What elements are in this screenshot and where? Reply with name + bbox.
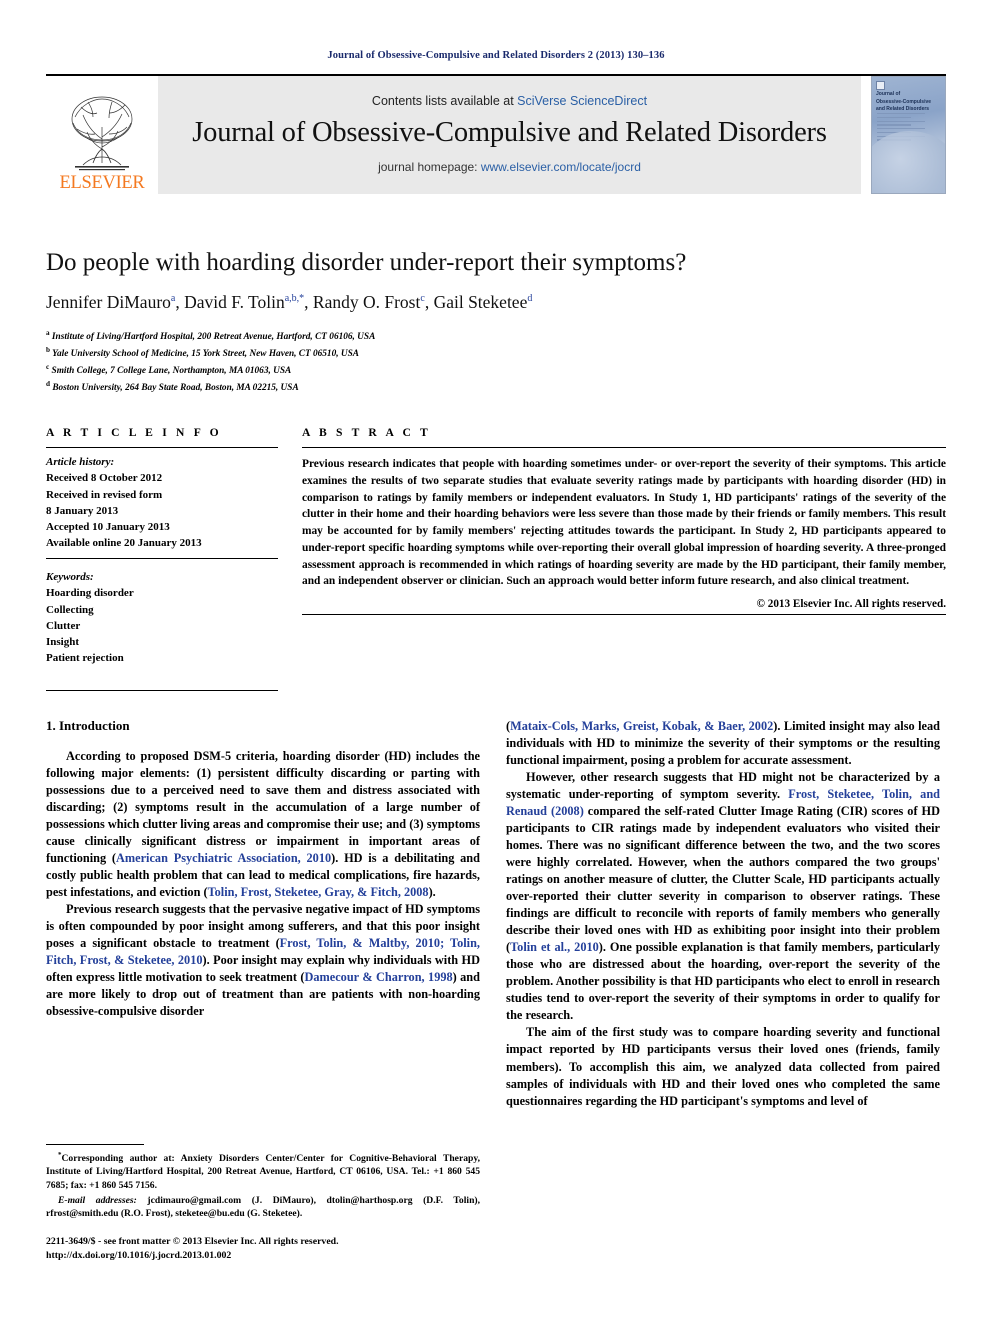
cover-line-1: Journal of <box>876 91 901 97</box>
article-history-item: Received in revised form <box>46 488 163 501</box>
author-item: David F. Tolina,b,* <box>184 292 304 312</box>
body-paragraph: However, other research suggests that HD… <box>506 770 940 1023</box>
keyword-item: Hoarding disorder <box>46 587 134 600</box>
affiliation-item: d Boston University, 264 Bay State Road,… <box>46 379 946 396</box>
article-history-item: 8 January 2013 <box>46 504 119 517</box>
affiliation-text: Smith College, 7 College Lane, Northampt… <box>51 366 292 377</box>
email-label: E-mail addresses: <box>58 1194 137 1206</box>
affiliation-text: Yale University School of Medicine, 15 Y… <box>52 348 359 359</box>
issn-doi-block: 2211-3649/$ - see front matter © 2013 El… <box>46 1235 480 1263</box>
author-affiliation-marker: a,b,* <box>284 292 305 304</box>
section-heading-introduction: 1. Introduction <box>46 718 130 734</box>
keywords-label: Keywords: <box>46 571 94 584</box>
body-column-right: (Mataix-Cols, Marks, Greist, Kobak, & Ba… <box>506 718 940 1263</box>
title-block: Do people with hoarding disorder under-r… <box>46 249 946 396</box>
affiliation-list: a Institute of Living/Hartford Hospital,… <box>46 328 946 397</box>
elsevier-logo: ELSEVIER <box>46 76 158 194</box>
doi-line[interactable]: http://dx.doi.org/10.1016/j.jocrd.2013.0… <box>46 1249 480 1263</box>
contents-prefix: Contents lists available at <box>371 94 518 108</box>
author-affiliation-marker: d <box>527 292 533 304</box>
running-head: Journal of Obsessive-Compulsive and Rela… <box>327 50 665 61</box>
author-affiliation-marker: a <box>170 292 176 304</box>
elsevier-tree-icon <box>71 96 133 170</box>
abstract-copyright: © 2013 Elsevier Inc. All rights reserved… <box>756 597 946 610</box>
journal-title: Journal of Obsessive-Compulsive and Rela… <box>192 117 827 148</box>
keyword-item: Patient rejection <box>46 652 124 665</box>
issn-line: 2211-3649/$ - see front matter © 2013 El… <box>46 1236 339 1248</box>
abstract-rule-bottom <box>302 613 946 615</box>
article-history-item: Received 8 October 2012 <box>46 472 163 485</box>
abstract-text: Previous research indicates that people … <box>302 458 946 588</box>
sciencedirect-link[interactable]: SciVerse ScienceDirect <box>517 94 647 108</box>
author-name: Randy O. Frost <box>312 291 421 312</box>
affiliation-marker: b <box>46 345 50 354</box>
article-history-label: Article history: <box>46 456 115 469</box>
affiliation-marker: c <box>46 363 50 372</box>
cover-graphic <box>872 131 945 193</box>
affiliation-text: Boston University, 264 Bay State Road, B… <box>52 383 299 394</box>
author-item: Randy O. Frostc <box>313 292 425 312</box>
abstract-heading: A B S T R A C T <box>302 426 431 440</box>
homepage-prefix: journal homepage: <box>378 160 481 174</box>
article-info-heading: A R T I C L E I N F O <box>46 426 222 440</box>
affiliation-marker: d <box>46 380 50 389</box>
body-paragraph: According to proposed DSM-5 criteria, ho… <box>46 749 480 900</box>
author-name: Jennifer DiMauro <box>46 291 171 312</box>
cover-line-2: Obsessive-Compulsive <box>876 98 932 105</box>
journal-homepage-link[interactable]: www.elsevier.com/locate/jocrd <box>481 160 641 174</box>
author-affiliation-marker: c <box>420 292 425 304</box>
affiliation-marker: a <box>46 328 50 337</box>
paper-page: Journal of Obsessive-Compulsive and Rela… <box>0 0 992 1323</box>
article-history-block: Article history: Received 8 October 2012… <box>46 448 278 551</box>
body-paragraph: Previous research suggests that the perv… <box>46 902 481 1019</box>
article-history-item: Accepted 10 January 2013 <box>46 520 170 533</box>
corresponding-author-note: *Corresponding author at: Anxiety Disord… <box>46 1151 480 1192</box>
masthead-center: Contents lists available at SciVerse Sci… <box>158 76 861 194</box>
footnote-block: *Corresponding author at: Anxiety Disord… <box>46 1144 480 1263</box>
keyword-item: Collecting <box>46 603 94 616</box>
contents-available-line: Contents lists available at SciVerse Sci… <box>372 94 647 108</box>
affiliation-item: a Institute of Living/Hartford Hospital,… <box>46 328 946 345</box>
author-name: Gail Steketee <box>433 291 528 312</box>
abstract-column: A B S T R A C T Previous research indica… <box>302 426 946 691</box>
article-history-item: Available online 20 January 2013 <box>46 537 202 550</box>
article-title: Do people with hoarding disorder under-r… <box>46 249 687 276</box>
elsevier-wordmark: ELSEVIER <box>59 172 145 193</box>
affiliation-item: c Smith College, 7 College Lane, Northam… <box>46 362 946 379</box>
article-info-column: A R T I C L E I N F O Article history: R… <box>46 426 278 692</box>
keyword-item: Clutter <box>46 619 81 632</box>
journal-homepage-line: journal homepage: www.elsevier.com/locat… <box>378 160 641 174</box>
email-note: E-mail addresses: jcdimauro@gmail.com (J… <box>46 1194 480 1220</box>
keyword-item: Insight <box>46 635 80 648</box>
body-two-column: 1. Introduction According to proposed DS… <box>46 718 946 1263</box>
affiliation-text: Institute of Living/Hartford Hospital, 2… <box>51 331 376 342</box>
journal-cover-thumbnail: Journal of Obsessive-Compulsive and Rela… <box>871 76 946 194</box>
corresponding-author-text: Corresponding author at: Anxiety Disorde… <box>46 1153 480 1191</box>
author-item: Jennifer DiMauroa <box>46 292 175 312</box>
body-column-left: 1. Introduction According to proposed DS… <box>46 718 480 1263</box>
affiliation-item: b Yale University School of Medicine, 15… <box>46 345 946 362</box>
author-list: Jennifer DiMauroa, David F. Tolina,b,*, … <box>46 291 533 312</box>
body-paragraph: The aim of the first study was to compar… <box>506 1025 940 1108</box>
footnote-divider <box>46 1144 144 1146</box>
keywords-block: Keywords: Hoarding disorder Collecting C… <box>46 559 278 666</box>
article-info-rule-bottom <box>46 690 278 692</box>
journal-masthead: ELSEVIER Contents lists available at Sci… <box>46 74 946 194</box>
author-item: Gail Steketeed <box>434 292 533 312</box>
cover-text: Journal of Obsessive-Compulsive and Rela… <box>876 82 941 114</box>
body-paragraph: (Mataix-Cols, Marks, Greist, Kobak, & Ba… <box>506 719 940 768</box>
info-abstract-row: A R T I C L E I N F O Article history: R… <box>46 426 946 692</box>
author-name: David F. Tolin <box>184 291 285 312</box>
